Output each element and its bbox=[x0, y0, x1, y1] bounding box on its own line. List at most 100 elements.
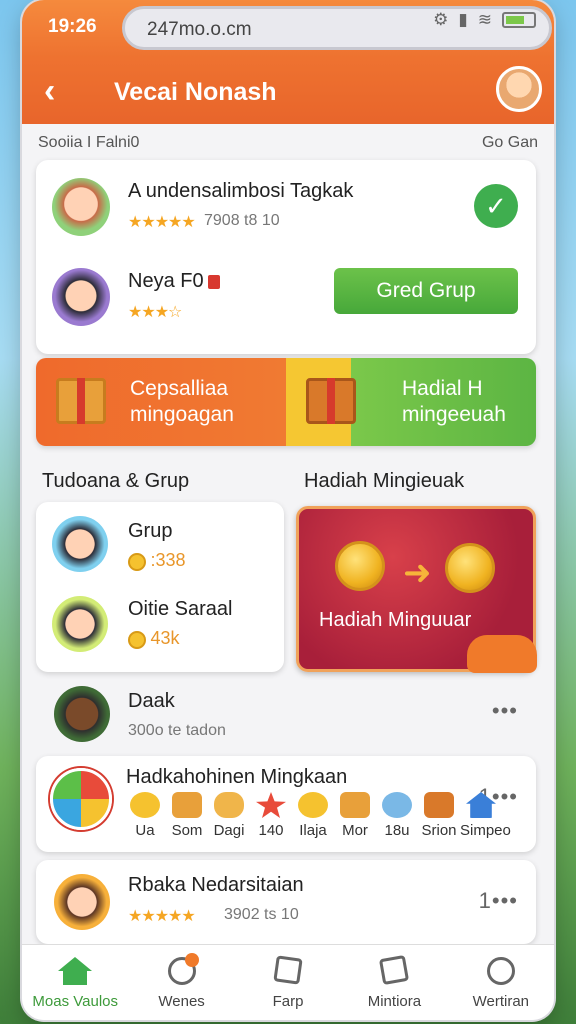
nav-item-search[interactable]: Wenes bbox=[128, 945, 234, 1020]
subheader-right-link[interactable]: Go Gan bbox=[482, 134, 538, 152]
app-bar: ‹ Vecai Nonash bbox=[22, 58, 554, 124]
phone-screen: 19:26 247mo.o.cm ⚙ ▮ ≋ ‹ Vecai Nonash So… bbox=[22, 0, 554, 1020]
search-icon bbox=[165, 953, 199, 987]
banner-right-text: Hadial H mingeeuah bbox=[402, 377, 506, 426]
group-name: Grup bbox=[128, 520, 173, 542]
rewards-list-card[interactable]: Hadkahohinen Mingkaan 1••• Ua Som Dagi 1… bbox=[36, 756, 536, 852]
url-text: 247mo.o.cm bbox=[147, 19, 252, 40]
friend-name: Neya F0 bbox=[128, 270, 204, 292]
page-title: Vecai Nonash bbox=[114, 78, 277, 106]
reward-label: Dagi bbox=[213, 822, 245, 839]
reward-item[interactable]: 140 bbox=[250, 792, 292, 839]
profile-icon bbox=[484, 957, 518, 987]
reward-card-text: Hadiah Minguuar bbox=[319, 609, 472, 631]
weekly-reward-card[interactable]: ➜ Hadiah Minguuar bbox=[296, 506, 537, 673]
status-icons: ⚙ ▮ ≋ bbox=[433, 10, 536, 30]
signal-icon: ▮ bbox=[458, 10, 468, 29]
wifi-icon: ≋ bbox=[477, 10, 492, 29]
coin-icon bbox=[128, 552, 146, 571]
check-icon[interactable]: ✓ bbox=[474, 184, 518, 228]
status-time: 19:26 bbox=[48, 16, 97, 37]
reward-item[interactable]: Simpeo bbox=[460, 792, 511, 839]
friend-name: A undensalimbosi Tagkak bbox=[128, 180, 354, 202]
group-avatar[interactable] bbox=[52, 516, 108, 572]
nav-item-mail[interactable]: Mintiora bbox=[341, 945, 447, 1020]
reward-label: Som bbox=[171, 822, 203, 839]
rating-stars: ★★★★★ bbox=[128, 908, 196, 925]
more-icon[interactable]: ••• bbox=[492, 698, 518, 724]
reward-label: 140 bbox=[258, 822, 284, 839]
friend-avatar[interactable] bbox=[52, 178, 110, 236]
cloud-decoration bbox=[467, 635, 537, 673]
coin-icon bbox=[130, 792, 160, 818]
star-icon bbox=[256, 792, 286, 818]
reward-label: 18u bbox=[384, 822, 410, 839]
nav-label: Mintiora bbox=[367, 993, 422, 1010]
reward-items: Ua Som Dagi 140 Ilaja Mor 18u Srion Simp… bbox=[124, 792, 511, 839]
banner-left[interactable]: Cepsalliaa mingoagan bbox=[36, 358, 286, 446]
edit-icon bbox=[271, 955, 305, 987]
bag-icon bbox=[214, 792, 244, 818]
banner-right[interactable]: Hadial H mingeeuah bbox=[286, 358, 536, 446]
item-name: Daak bbox=[128, 690, 175, 712]
reward-label: Ilaja bbox=[299, 822, 327, 839]
reward-item[interactable]: Som bbox=[166, 792, 208, 839]
reward-item[interactable]: Dagi bbox=[208, 792, 250, 839]
reward-item[interactable]: Srion bbox=[418, 792, 460, 839]
tag-icon bbox=[207, 274, 220, 289]
home-icon bbox=[58, 957, 93, 987]
gem-icon bbox=[382, 792, 412, 818]
reward-label: Ua bbox=[135, 822, 155, 839]
nav-label: Moas Vaulos bbox=[32, 993, 118, 1010]
group-value: 43k bbox=[150, 628, 180, 648]
section-title-rewards: Hadiah Mingieuak bbox=[304, 470, 465, 492]
more-row[interactable]: 1••• bbox=[479, 888, 518, 914]
mail-icon bbox=[377, 954, 411, 987]
coin-icon bbox=[128, 630, 146, 649]
reward-item[interactable]: Ilaja bbox=[292, 792, 334, 839]
banner-left-text: Cepsalliaa mingoagan bbox=[130, 377, 234, 426]
item-avatar bbox=[54, 686, 110, 742]
reward-label: Mor bbox=[342, 822, 368, 839]
battery-icon bbox=[502, 12, 536, 28]
group-value: :338 bbox=[150, 550, 186, 570]
reward-item[interactable]: Mor bbox=[334, 792, 376, 839]
coin-bag-icon bbox=[335, 541, 385, 591]
nav-label: Farp bbox=[272, 993, 304, 1010]
list-item[interactable]: Rbaka Nedarsitaian ★★★★★ 3902 ts 10 1••• bbox=[36, 860, 536, 944]
nav-item-profile[interactable]: Wertiran bbox=[448, 945, 554, 1020]
nav-label: Wertiran bbox=[472, 993, 530, 1010]
list-item[interactable]: Daak 300o te tadon ••• bbox=[36, 680, 536, 750]
nav-item-home[interactable]: Moas Vaulos bbox=[22, 945, 128, 1020]
item-name: Rbaka Nedarsitaian bbox=[128, 874, 304, 896]
spin-wheel-icon bbox=[50, 768, 112, 830]
settings-icon: ⚙ bbox=[433, 10, 449, 29]
item-meta: 3902 ts 10 bbox=[224, 906, 299, 923]
nav-item-edit[interactable]: Farp bbox=[235, 945, 341, 1020]
coin-icon bbox=[445, 543, 495, 593]
coin-icon bbox=[298, 792, 328, 818]
chest-icon bbox=[306, 378, 356, 424]
item-avatar bbox=[54, 874, 110, 930]
avatar[interactable] bbox=[496, 66, 542, 112]
reward-label: Simpeo bbox=[460, 822, 511, 839]
group-avatar[interactable] bbox=[52, 596, 108, 652]
section-title-groups: Tudoana & Grup bbox=[42, 470, 190, 492]
subheader-left: Sooiia I Falni0 bbox=[38, 134, 140, 151]
reward-banner[interactable]: Cepsalliaa mingoagan Hadial H mingeeuah bbox=[36, 358, 536, 446]
back-icon[interactable]: ‹ bbox=[44, 72, 55, 111]
friends-card: A undensalimbosi Tagkak ★★★★★ 7908 t8 10… bbox=[36, 160, 536, 354]
group-value-row: 43k bbox=[128, 628, 179, 649]
friend-name-row: Neya F0 bbox=[128, 270, 220, 293]
chest-icon bbox=[340, 792, 370, 818]
groups-card: Grup :338 Oitie Saraal 43k bbox=[36, 502, 284, 672]
reward-item[interactable]: 18u bbox=[376, 792, 418, 839]
rating-stars: ★★★☆ bbox=[128, 304, 182, 321]
add-group-button[interactable]: Gred Grup bbox=[334, 268, 518, 314]
arrow-right-icon: ➜ bbox=[403, 554, 432, 592]
friend-avatar[interactable] bbox=[52, 268, 110, 326]
reward-label: Srion bbox=[421, 822, 457, 839]
gift-icon bbox=[56, 378, 106, 424]
house-icon bbox=[466, 792, 496, 818]
reward-item[interactable]: Ua bbox=[124, 792, 166, 839]
